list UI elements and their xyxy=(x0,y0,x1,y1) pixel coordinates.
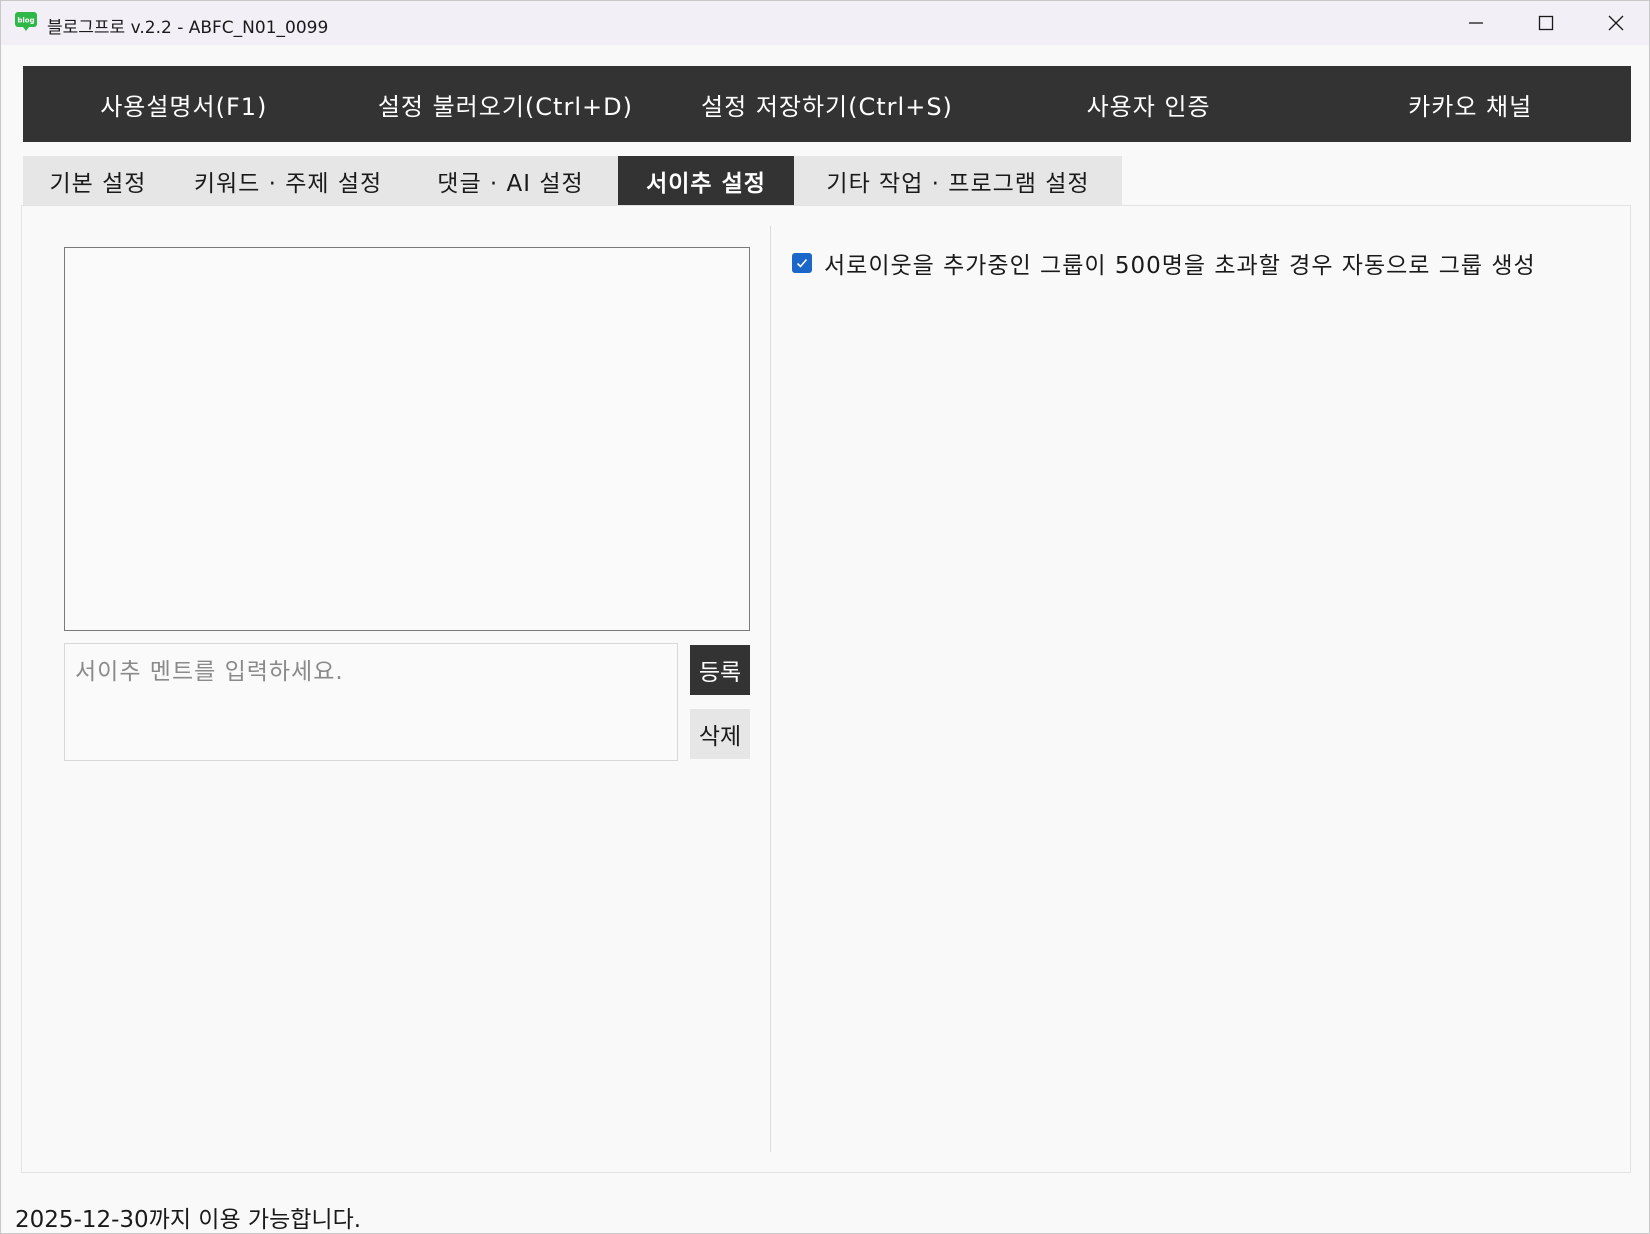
svg-text:blog: blog xyxy=(17,17,34,25)
minimize-button[interactable] xyxy=(1441,1,1511,45)
auto-group-option: 서로이웃을 추가중인 그룹이 500명을 초과할 경우 자동으로 그룹 생성 xyxy=(792,246,1536,280)
auto-group-checkbox[interactable] xyxy=(792,253,812,273)
load-settings-menu-item[interactable]: 설정 불러오기(Ctrl+D) xyxy=(345,66,667,142)
window-title: 블로그프로 v.2.2 - ABFC_N01_0099 xyxy=(47,18,329,38)
tab-basic-settings[interactable]: 기본 설정 xyxy=(23,156,173,206)
register-button[interactable]: 등록 xyxy=(690,645,750,695)
top-menu-bar: 사용설명서(F1) 설정 불러오기(Ctrl+D) 설정 저장하기(Ctrl+S… xyxy=(23,66,1631,142)
kakao-channel-menu-item[interactable]: 카카오 채널 xyxy=(1309,66,1631,142)
neighbor-comment-input[interactable] xyxy=(64,643,678,761)
license-status-text: 2025-12-30까지 이용 가능합니다. xyxy=(15,1207,362,1233)
manual-menu-item[interactable]: 사용설명서(F1) xyxy=(23,66,345,142)
user-auth-menu-item[interactable]: 사용자 인증 xyxy=(988,66,1310,142)
delete-button[interactable]: 삭제 xyxy=(690,709,750,759)
tab-keyword-topic-settings[interactable]: 키워드 · 주제 설정 xyxy=(173,156,403,206)
save-settings-menu-item[interactable]: 설정 저장하기(Ctrl+S) xyxy=(666,66,988,142)
maximize-icon xyxy=(1538,15,1554,31)
blog-app-icon: blog xyxy=(15,12,37,32)
panel-divider xyxy=(770,226,771,1152)
checkmark-icon xyxy=(796,258,808,268)
close-icon xyxy=(1608,15,1624,31)
auto-group-label: 서로이웃을 추가중인 그룹이 500명을 초과할 경우 자동으로 그룹 생성 xyxy=(824,253,1536,279)
neighbor-settings-panel: 등록 삭제 서로이웃을 추가중인 그룹이 500명을 초과할 경우 자동으로 그… xyxy=(21,205,1631,1173)
app-window: blog 블로그프로 v.2.2 - ABFC_N01_0099 사용설명서(F… xyxy=(0,0,1650,1234)
close-button[interactable] xyxy=(1581,1,1650,45)
tab-comment-ai-settings[interactable]: 댓글 · AI 설정 xyxy=(403,156,618,206)
settings-tabs: 기본 설정 키워드 · 주제 설정 댓글 · AI 설정 서이추 설정 기타 작… xyxy=(23,156,1122,206)
tab-neighbor-request-settings[interactable]: 서이추 설정 xyxy=(618,156,794,206)
maximize-button[interactable] xyxy=(1511,1,1581,45)
tab-other-program-settings[interactable]: 기타 작업 · 프로그램 설정 xyxy=(794,156,1122,206)
neighbor-comment-list[interactable] xyxy=(64,247,750,631)
minimize-icon xyxy=(1469,22,1483,24)
title-bar: blog 블로그프로 v.2.2 - ABFC_N01_0099 xyxy=(1,1,1649,45)
